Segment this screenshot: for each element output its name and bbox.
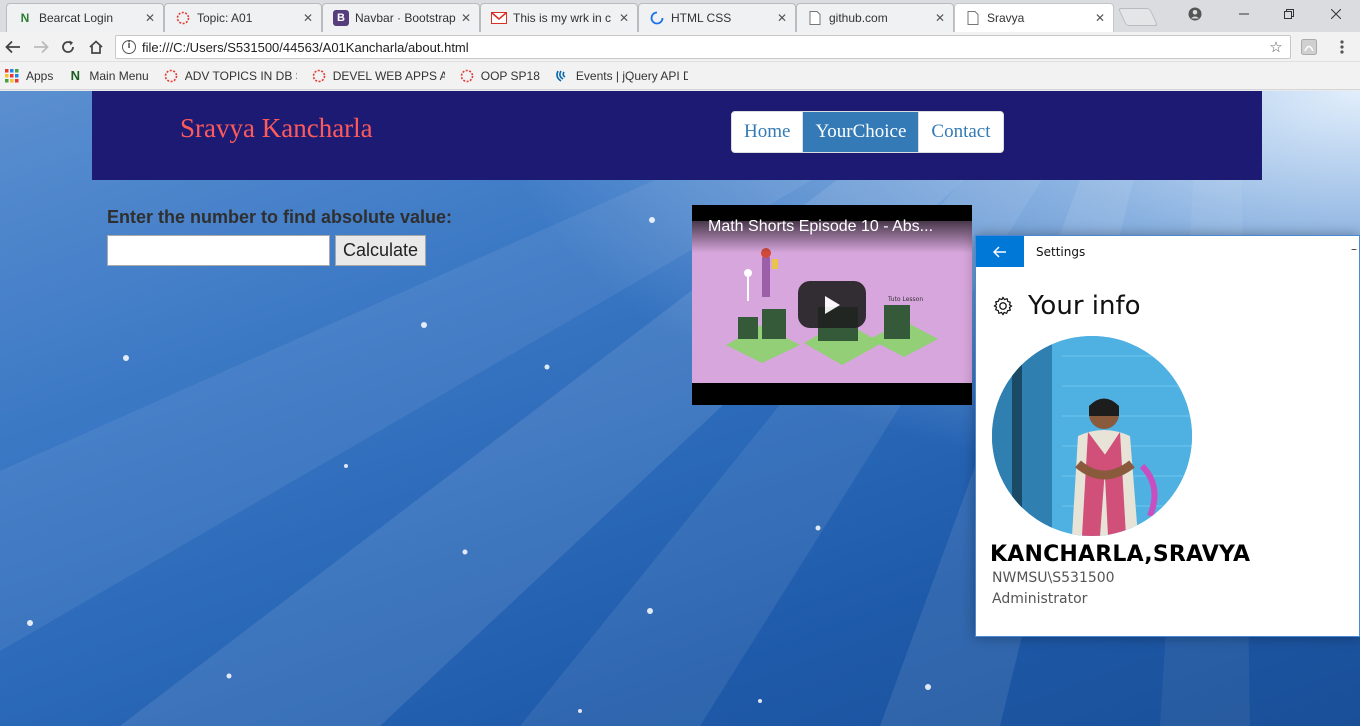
- avatar-photo: [992, 336, 1192, 536]
- close-icon[interactable]: ✕: [775, 11, 789, 25]
- video-title[interactable]: Math Shorts Episode 10 - Abs...: [708, 218, 960, 236]
- menu-kebab-icon[interactable]: [1333, 38, 1351, 56]
- minimize-icon[interactable]: –: [1351, 242, 1357, 256]
- close-icon[interactable]: ✕: [933, 11, 947, 25]
- pdf-extension-icon[interactable]: [1300, 38, 1318, 56]
- bookmark-label: Apps: [26, 68, 54, 83]
- address-bar[interactable]: i file:///C:/Users/S531500/44563/A01Kanc…: [115, 35, 1291, 59]
- site-brand[interactable]: Sravya Kancharla: [180, 113, 373, 144]
- tab-github[interactable]: github.com ✕: [796, 3, 954, 32]
- tab-navbar-bootstrap[interactable]: B Navbar · Bootstrap ✕: [322, 3, 480, 32]
- settings-titlebar: Settings –: [976, 236, 1359, 267]
- bookmark-label: DEVEL WEB APPS AN: [332, 68, 445, 83]
- close-window-icon[interactable]: [1314, 0, 1358, 28]
- page-icon: [807, 10, 823, 26]
- loading-ring-icon: [459, 68, 475, 84]
- tab-title: This is my wrk in c: [513, 11, 612, 25]
- bookmark-main-menu[interactable]: N Main Menu: [67, 68, 149, 84]
- settings-window: Settings – Your info KANCHARLA,SRAVYA NW…: [975, 235, 1360, 637]
- home-icon[interactable]: [85, 37, 107, 57]
- loading-ring-icon: [175, 10, 191, 26]
- bookmark-oop-sp18[interactable]: OOP SP18: [459, 68, 540, 84]
- close-icon[interactable]: ✕: [1093, 11, 1107, 25]
- tab-gmail[interactable]: This is my wrk in c ✕: [480, 3, 638, 32]
- loading-ring-icon: [311, 68, 327, 84]
- user-display-name: KANCHARLA,SRAVYA: [990, 542, 1251, 567]
- tab-title: Navbar · Bootstrap: [355, 11, 456, 25]
- northwest-n-icon: N: [70, 68, 81, 83]
- tab-title: Bearcat Login: [39, 11, 114, 25]
- play-icon: [825, 295, 840, 314]
- number-input[interactable]: [107, 235, 330, 266]
- profile-icon[interactable]: [1173, 0, 1217, 28]
- play-button[interactable]: [798, 281, 866, 328]
- tab-title: Topic: A01: [197, 11, 253, 25]
- bootstrap-b-icon: B: [333, 10, 349, 26]
- bookmarks-bar: Apps N Main Menu ADV TOPICS IN DB SY DEV…: [0, 62, 1360, 90]
- gear-icon: [993, 296, 1013, 316]
- bookmark-star-icon[interactable]: ☆: [1266, 38, 1286, 56]
- tab-topic-a01[interactable]: Topic: A01 ✕: [164, 3, 322, 32]
- loading-spinner-icon: [649, 10, 665, 26]
- tab-title: HTML CSS: [671, 11, 732, 25]
- bookmark-apps[interactable]: Apps: [4, 68, 53, 84]
- bookmark-adv-topics[interactable]: ADV TOPICS IN DB SY: [163, 68, 297, 84]
- apps-grid-icon: [4, 68, 20, 84]
- tab-sravya[interactable]: Sravya ✕: [954, 3, 1114, 32]
- site-navbar: Sravya Kancharla Home YourChoice Contact: [92, 91, 1262, 180]
- nav-home-link[interactable]: Home: [732, 112, 804, 152]
- nav-menu: Home YourChoice Contact: [731, 111, 1004, 153]
- nav-contact-link[interactable]: Contact: [919, 112, 1002, 152]
- user-role: Administrator: [992, 591, 1088, 607]
- your-info-header: Your info: [992, 291, 1141, 321]
- tab-html-css[interactable]: HTML CSS ✕: [638, 3, 796, 32]
- back-arrow-icon[interactable]: [2, 37, 24, 57]
- page-icon: [965, 10, 981, 26]
- settings-app-title: Settings: [1036, 244, 1086, 259]
- reload-icon[interactable]: [57, 37, 79, 57]
- browser-toolbar: i file:///C:/Users/S531500/44563/A01Kanc…: [0, 32, 1360, 62]
- video-embed[interactable]: Math Shorts Episode 10 - Abs... Tuto Les…: [692, 205, 972, 405]
- info-icon[interactable]: i: [122, 40, 136, 54]
- close-icon[interactable]: ✕: [301, 11, 315, 25]
- nav-yourchoice-link[interactable]: YourChoice: [803, 112, 920, 152]
- bookmark-devel-web-apps[interactable]: DEVEL WEB APPS AN: [311, 68, 445, 84]
- bookmark-label: Main Menu: [89, 68, 149, 83]
- new-tab-button[interactable]: [1117, 8, 1159, 26]
- northwest-n-icon: N: [20, 11, 30, 25]
- tab-bearcat-login[interactable]: N Bearcat Login ✕: [6, 3, 164, 32]
- tab-title: github.com: [829, 11, 888, 25]
- jquery-icon: [554, 68, 570, 84]
- avatar: [992, 336, 1192, 536]
- close-icon[interactable]: ✕: [617, 11, 631, 25]
- close-icon[interactable]: ✕: [459, 11, 473, 25]
- calculate-button[interactable]: Calculate: [335, 235, 426, 266]
- forward-arrow-icon[interactable]: [30, 37, 52, 57]
- bookmark-label: OOP SP18: [480, 68, 540, 83]
- tab-title: Sravya: [987, 11, 1025, 25]
- tab-strip: N Bearcat Login ✕ Topic: A01 ✕ B Navbar …: [0, 0, 1360, 32]
- bookmark-label: ADV TOPICS IN DB SY: [184, 68, 297, 83]
- thumbnail-caption: Tuto Lesson: [887, 296, 923, 303]
- minimize-icon[interactable]: [1222, 0, 1266, 28]
- close-icon[interactable]: ✕: [143, 11, 157, 25]
- user-account: NWMSU\S531500: [992, 570, 1115, 586]
- back-arrow-icon[interactable]: [976, 236, 1024, 267]
- gmail-icon: [491, 10, 507, 26]
- absolute-value-prompt: Enter the number to find absolute value:: [107, 207, 453, 227]
- bookmark-jquery-events[interactable]: Events | jQuery API D: [554, 68, 688, 84]
- address-url[interactable]: file:///C:/Users/S531500/44563/A01Kancha…: [142, 40, 1266, 55]
- restore-icon[interactable]: [1267, 0, 1311, 28]
- loading-ring-icon: [163, 68, 179, 84]
- bookmark-label: Events | jQuery API D: [575, 68, 688, 83]
- settings-heading: Your info: [1028, 291, 1141, 321]
